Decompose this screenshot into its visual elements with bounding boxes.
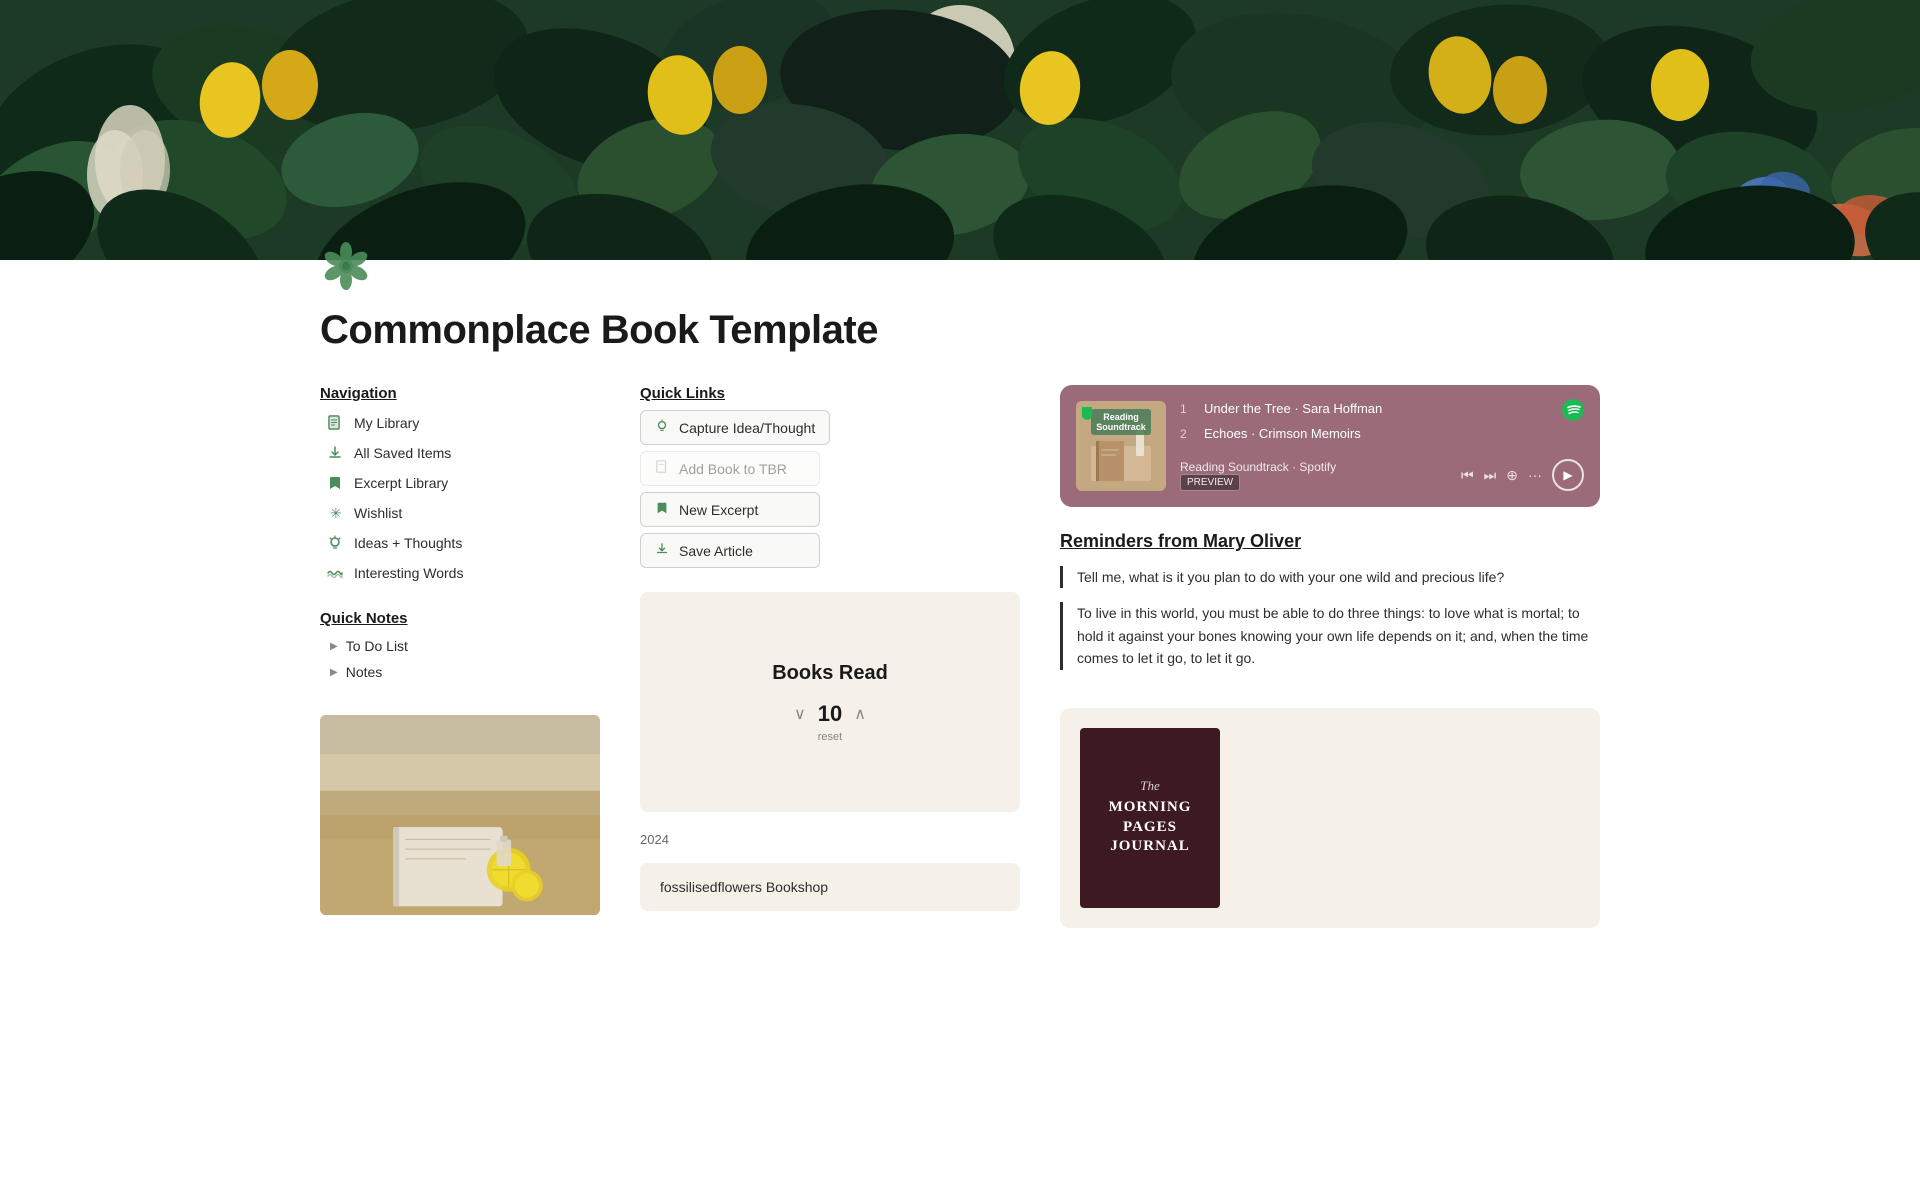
add-book-tbr-button[interactable]: Add Book to TBR (640, 451, 820, 486)
save-article-button[interactable]: Save Article (640, 533, 820, 568)
spotify-dot (1082, 407, 1092, 417)
books-counter: ∨ 10 ∧ (794, 701, 866, 727)
reading-label-2: Soundtrack (1096, 422, 1146, 432)
book-icon (326, 414, 344, 432)
sidebar-item-excerpt-library[interactable]: Excerpt Library (320, 470, 600, 496)
quote-text-2: To live in this world, you must be able … (1077, 602, 1600, 669)
sidebar-item-label: Ideas + Thoughts (354, 535, 462, 551)
svg-text:✳: ✳ (330, 505, 342, 521)
sidebar-item-my-library[interactable]: My Library (320, 410, 600, 436)
reminders-section: Reminders from Mary Oliver Tell me, what… (1060, 531, 1600, 684)
track-list: 1 Under the Tree · Sara Hoffman 2 Echoes… (1180, 401, 1584, 441)
spotify-footer: Reading Soundtrack · Spotify PREVIEW ⏮ ⏭… (1180, 459, 1584, 491)
navigation-section: Navigation My Library (320, 385, 600, 586)
quick-links-buttons: Capture Idea/Thought Add Book to TBR (640, 410, 1020, 568)
quick-note-notes[interactable]: ▶ Notes (324, 661, 600, 683)
expand-arrow-icon: ▶ (330, 641, 338, 652)
next-track-button[interactable]: ⏭ (1484, 467, 1497, 484)
bulb-btn-icon (655, 419, 669, 436)
sidebar-item-label: Excerpt Library (354, 475, 448, 491)
books-read-title: Books Read (772, 662, 888, 685)
reading-label-1: Reading (1096, 412, 1146, 422)
increment-button[interactable]: ∧ (854, 704, 866, 724)
nav-items-list: My Library All Saved Items (320, 410, 600, 586)
expand-arrow-icon: ▶ (330, 667, 338, 678)
bookshop-name: fossilisedflowers Bookshop (660, 879, 828, 895)
more-button[interactable]: ··· (1528, 467, 1542, 483)
quote-2: To live in this world, you must be able … (1060, 602, 1600, 669)
download-icon (326, 444, 344, 462)
book-title-line2: JOURNAL (1110, 837, 1190, 857)
quick-links-section: Quick Links Capture Idea/Thought (640, 385, 1020, 576)
sidebar-image (320, 715, 600, 915)
page-title: Commonplace Book Template (320, 308, 1600, 353)
books-count: 10 (818, 701, 842, 727)
track-1: 1 Under the Tree · Sara Hoffman (1180, 401, 1584, 416)
bookmark-btn-icon (655, 501, 669, 518)
book-cover: The MORNING PAGES JOURNAL (1080, 728, 1220, 908)
album-art: Reading Soundtrack (1076, 401, 1166, 491)
page-icon (320, 240, 372, 292)
spotify-controls: ⏮ ⏭ ⊕ ··· ▶ (1461, 459, 1584, 491)
sidebar-item-label: Interesting Words (354, 565, 463, 581)
quote-1: Tell me, what is it you plan to do with … (1060, 566, 1600, 588)
sidebar-item-label: All Saved Items (354, 445, 451, 461)
reset-label[interactable]: reset (818, 731, 842, 743)
sidebar-item-interesting-words[interactable]: Interesting Words (320, 560, 600, 586)
bookshop-card: fossilisedflowers Bookshop (640, 863, 1020, 911)
download-btn-icon (655, 542, 669, 559)
spotify-logo (1562, 399, 1584, 426)
book-showcase-content (1240, 728, 1580, 908)
reminders-heading: Reminders from Mary Oliver (1060, 531, 1600, 552)
bookmark-icon (326, 474, 344, 492)
spotify-right: 1 Under the Tree · Sara Hoffman 2 Echoes… (1180, 401, 1584, 491)
track-2: 2 Echoes · Crimson Memoirs (1180, 426, 1584, 441)
sidebar-item-label: My Library (354, 415, 419, 431)
quick-notes-section: Quick Notes ▶ To Do List ▶ Notes (320, 610, 600, 683)
sidebar: Navigation My Library (320, 385, 600, 915)
header-banner (0, 0, 1920, 260)
sidebar-item-ideas-thoughts[interactable]: Ideas + Thoughts (320, 530, 600, 556)
spotify-footer-left: Reading Soundtrack · Spotify PREVIEW (1180, 460, 1336, 491)
spotify-card: Reading Soundtrack (1060, 385, 1600, 507)
play-button[interactable]: ▶ (1552, 459, 1584, 491)
asterisk-icon: ✳ (326, 504, 344, 522)
sidebar-item-wishlist[interactable]: ✳ Wishlist (320, 500, 600, 526)
decrement-button[interactable]: ∨ (794, 704, 806, 724)
new-excerpt-button[interactable]: New Excerpt (640, 492, 820, 527)
book-btn-icon (655, 460, 669, 477)
navigation-heading: Navigation (320, 385, 600, 402)
preview-badge: PREVIEW (1180, 474, 1240, 491)
right-column: Reading Soundtrack (1060, 385, 1600, 928)
quick-note-todo[interactable]: ▶ To Do List (324, 635, 600, 657)
book-showcase-card: The MORNING PAGES JOURNAL (1060, 708, 1600, 928)
bulb-icon (326, 534, 344, 552)
prev-track-button[interactable]: ⏮ (1461, 467, 1474, 484)
books-read-card: Books Read ∨ 10 ∧ reset (640, 592, 1020, 812)
wave-icon (326, 564, 344, 582)
quote-text-1: Tell me, what is it you plan to do with … (1077, 566, 1600, 588)
middle-column: Quick Links Capture Idea/Thought (640, 385, 1020, 911)
quick-links-heading: Quick Links (640, 385, 1020, 402)
sidebar-item-all-saved[interactable]: All Saved Items (320, 440, 600, 466)
book-title-line1: MORNING PAGES (1096, 798, 1204, 837)
sidebar-item-label: Wishlist (354, 505, 402, 521)
year-label: 2024 (640, 832, 1020, 847)
quick-notes-list: ▶ To Do List ▶ Notes (324, 635, 600, 683)
quick-notes-heading: Quick Notes (320, 610, 600, 627)
capture-idea-button[interactable]: Capture Idea/Thought (640, 410, 830, 445)
book-the-label: The (1140, 778, 1160, 794)
add-button[interactable]: ⊕ (1506, 467, 1518, 484)
